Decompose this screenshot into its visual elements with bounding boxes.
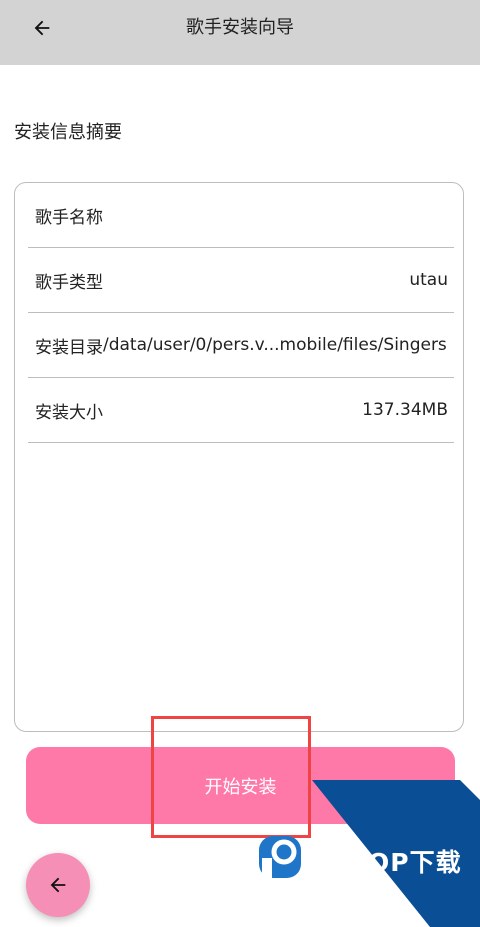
watermark-logo [259, 836, 301, 881]
summary-row-install-dir: 安装目录 /data/user/0/pers.v...mobile/files/… [28, 313, 454, 378]
section-title: 安装信息摘要 [14, 122, 122, 143]
summary-row-install-size: 安装大小 137.34MB [28, 378, 454, 443]
highlight-annotation [151, 716, 311, 838]
row-label: 安装大小 [35, 402, 103, 423]
row-label: 歌手名称 [35, 207, 103, 228]
row-value: /data/user/0/pers.v...mobile/files/Singe… [103, 335, 447, 355]
watermark-subtitle: PCPOP Download [312, 870, 380, 878]
install-summary-card: 歌手名称 歌手类型 utau 安装目录 /data/user/0/pers.v.… [14, 182, 464, 732]
row-label: 安装目录 [35, 337, 103, 358]
page-title: 歌手安装向导 [186, 17, 294, 38]
watermark-brand: PCPOP下载 [310, 848, 462, 877]
app-bar: 歌手安装向导 [0, 0, 480, 65]
arrow-left-icon [50, 877, 66, 893]
row-value: utau [409, 270, 448, 290]
summary-row-singer-name: 歌手名称 [28, 183, 454, 248]
fab-back-button[interactable] [26, 853, 90, 917]
summary-row-singer-type: 歌手类型 utau [28, 248, 454, 313]
row-label: 歌手类型 [35, 272, 103, 293]
row-value: 137.34MB [362, 400, 448, 420]
